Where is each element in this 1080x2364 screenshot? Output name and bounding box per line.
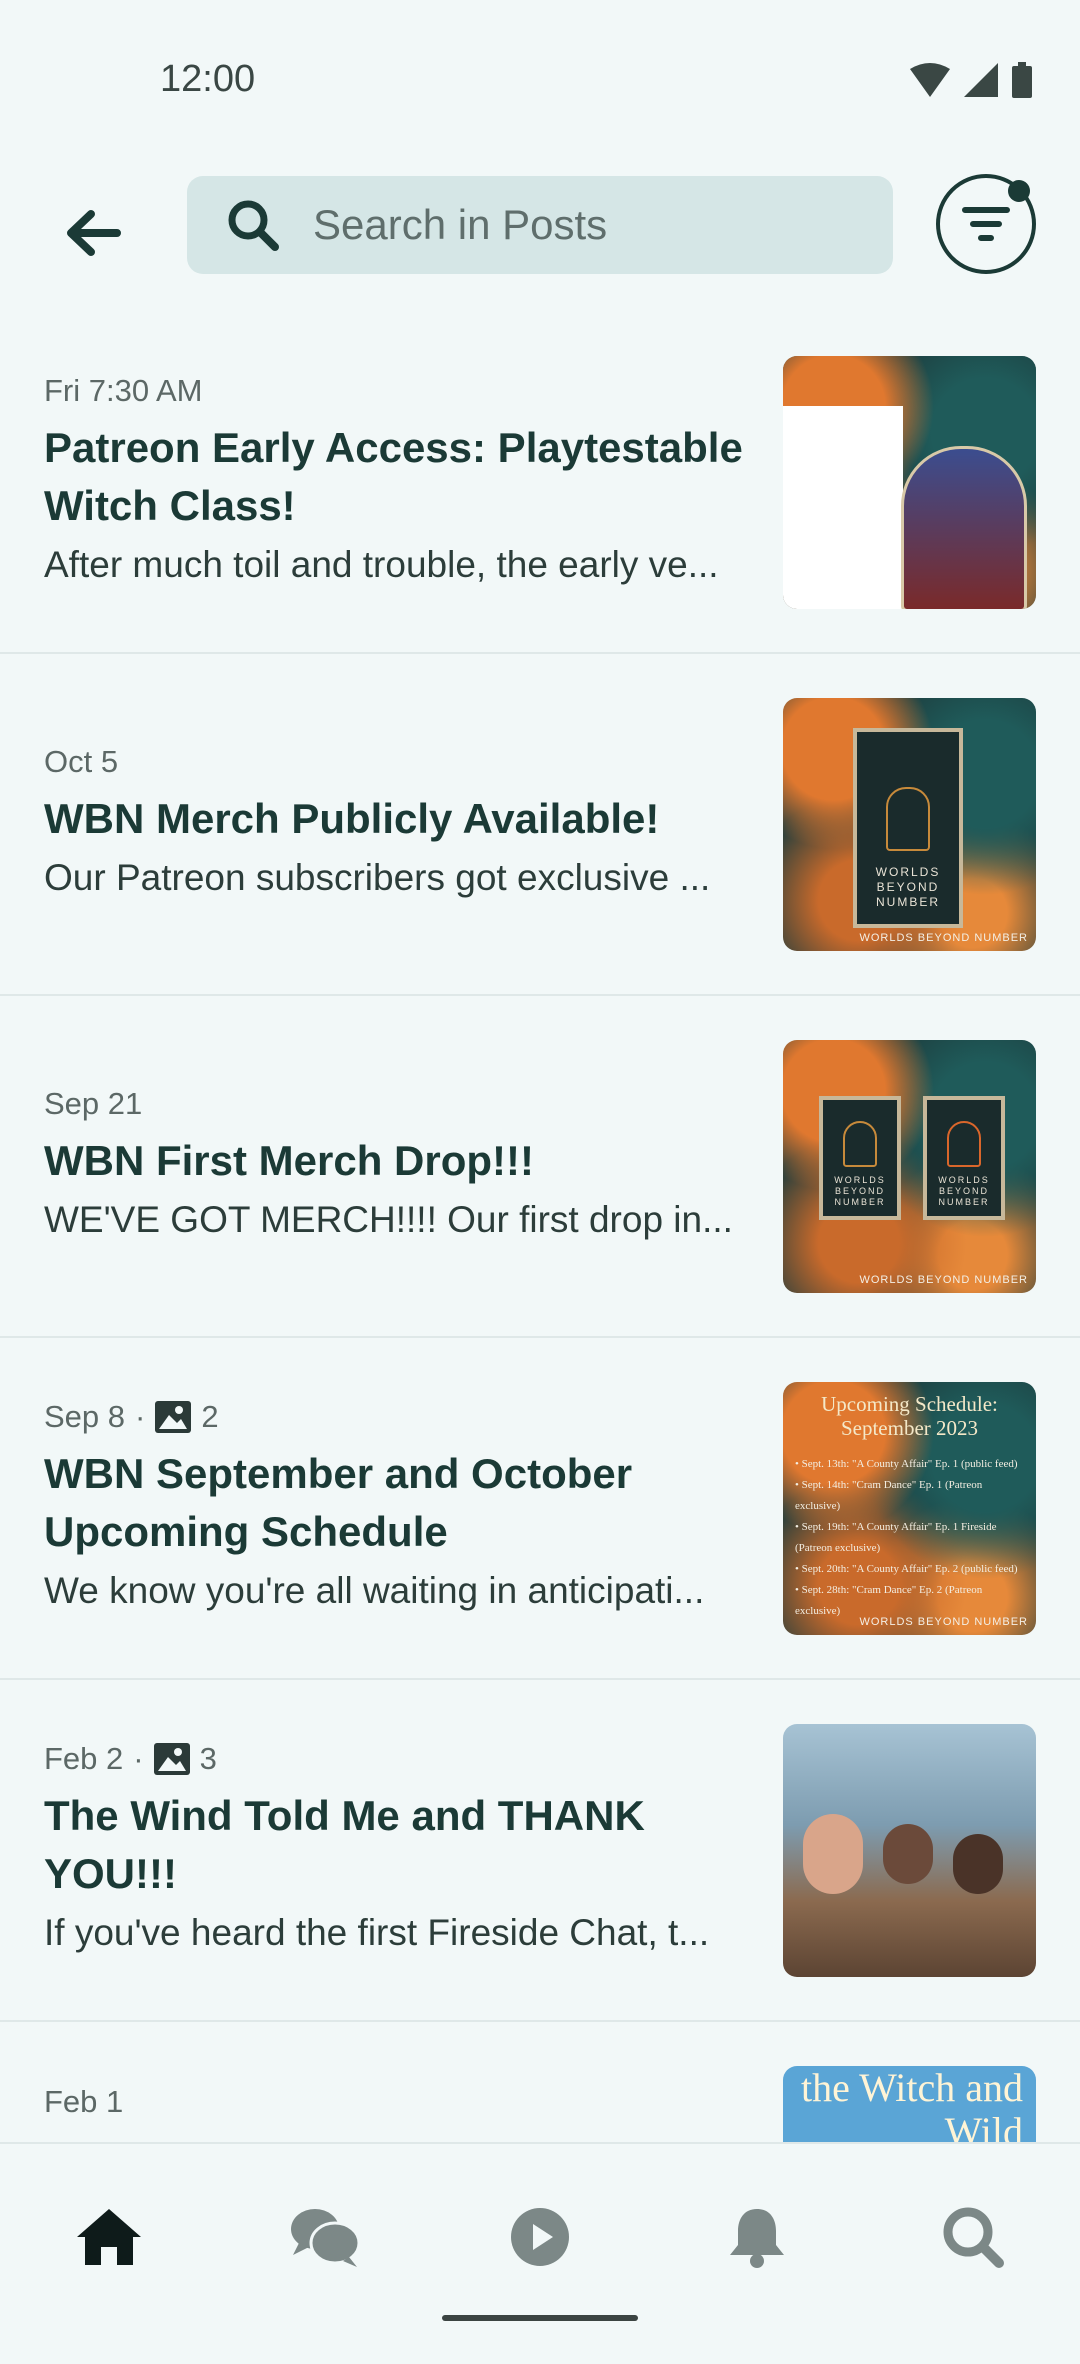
photo-people (883, 1824, 933, 1884)
top-bar (0, 170, 1080, 280)
post-thumbnail[interactable]: WORLDS BEYOND NUMBER WORLDS BEYOND NUMBE… (783, 698, 1036, 951)
post-meta: Oct 5 (44, 744, 756, 780)
image-count: 3 (199, 1741, 217, 1776)
merch-card-image: WORLDS BEYOND NUMBER (923, 1096, 1005, 1220)
nav-home[interactable] (64, 2192, 154, 2282)
schedule-image-title: Upcoming Schedule: September 2023 (821, 1392, 998, 1440)
post-title: WBN Merch Publicly Available! (44, 795, 660, 842)
post-item[interactable]: Sep 8 · 2 WBN September and October Upco… (0, 1338, 1080, 1680)
post-thumbnail[interactable] (783, 1724, 1036, 1977)
image-icon (155, 1401, 192, 1433)
post-meta: Sep 8 · 2 (44, 1399, 756, 1435)
search-bar[interactable] (187, 176, 893, 274)
post-excerpt: WE'VE GOT MERCH!!!! Our first drop in... (44, 1199, 733, 1240)
post-meta: Feb 2 · 3 (44, 1741, 756, 1777)
arrow-back-icon (67, 210, 121, 256)
post-meta: Sep 21 (44, 1086, 756, 1122)
post-date: Fri 7:30 AM (44, 373, 203, 408)
post-excerpt: We know you're all waiting in anticipati… (44, 1570, 705, 1611)
image-count: 2 (201, 1399, 219, 1434)
wifi-icon (910, 63, 950, 97)
poster-caption: WORLDS BEYOND NUMBER (938, 1175, 990, 1207)
schedule-line: • Sept. 14th: "Cram Dance" Ep. 1 (Patreo… (795, 1479, 983, 1512)
witch-illustration (901, 446, 1027, 609)
nav-search[interactable] (928, 2192, 1018, 2282)
schedule-line: • Sept. 19th: "A County Affair" Ep. 1 Fi… (795, 1521, 997, 1554)
photo-people (953, 1834, 1003, 1894)
filter-active-dot (1008, 180, 1030, 202)
post-date: Sep 8 (44, 1399, 126, 1434)
post-date: Sep 21 (44, 1086, 143, 1121)
poster-caption: WORLDS BEYOND NUMBER (834, 1175, 886, 1207)
post-excerpt: If you've heard the first Fireside Chat,… (44, 1912, 710, 1953)
status-time: 12:00 (160, 58, 256, 100)
document-page-image (783, 406, 903, 609)
schedule-line: • Sept. 20th: "A County Affair" Ep. 2 (p… (795, 1563, 1018, 1575)
thumbnail-title-text: the Witch and Wild (800, 2066, 1023, 2154)
posts-list: Fri 7:30 AM Patreon Early Access: Playte… (0, 312, 1080, 2364)
thumbnail-logo-text: WORLDS BEYOND NUMBER (859, 932, 1028, 944)
post-thumbnail[interactable]: WORLDS BEYOND NUMBER WORLDS BEYOND NUMBE… (783, 1040, 1036, 1293)
search-icon (228, 200, 279, 251)
post-thumbnail[interactable] (783, 356, 1036, 609)
filter-button[interactable] (936, 174, 1036, 274)
post-meta: Fri 7:30 AM (44, 373, 756, 409)
nav-media[interactable] (495, 2192, 585, 2282)
post-item[interactable]: Oct 5 WBN Merch Publicly Available! Our … (0, 654, 1080, 996)
post-excerpt: After much toil and trouble, the early v… (44, 544, 719, 585)
thumbnail-logo-text: WORLDS BEYOND NUMBER (859, 1616, 1028, 1628)
post-meta: Feb 1 (44, 2084, 756, 2120)
search-input[interactable] (311, 200, 875, 250)
status-icons (910, 62, 1032, 98)
merch-card-image: WORLDS BEYOND NUMBER (853, 728, 963, 928)
post-date: Feb 2 (44, 1741, 124, 1776)
post-thumbnail[interactable]: Upcoming Schedule: September 2023 • Sept… (783, 1382, 1036, 1635)
battery-icon (1012, 62, 1032, 98)
nav-chats[interactable] (280, 2192, 370, 2282)
back-button[interactable] (48, 188, 138, 278)
meta-separator: · (135, 1399, 146, 1434)
thumbnail-logo-text: WORLDS BEYOND NUMBER (859, 1274, 1028, 1286)
poster-caption: WORLDS BEYOND NUMBER (875, 865, 941, 909)
chat-icon (291, 2209, 361, 2267)
image-icon (153, 1743, 190, 1775)
post-title: WBN September and October Upcoming Sched… (44, 1450, 633, 1555)
bottom-navigation (0, 2142, 1080, 2342)
post-date: Oct 5 (44, 744, 119, 779)
filter-icon (962, 207, 1010, 241)
photo-people (803, 1814, 863, 1894)
home-icon (77, 2209, 141, 2265)
schedule-line: • Sept. 13th: "A County Affair" Ep. 1 (p… (795, 1458, 1018, 1470)
post-item[interactable]: Feb 2 · 3 The Wind Told Me and THANK YOU… (0, 1680, 1080, 2022)
post-title: The Wind Told Me and THANK YOU!!! (44, 1792, 645, 1897)
home-indicator[interactable] (442, 2315, 638, 2321)
bell-icon (730, 2209, 784, 2268)
status-bar: 12:00 (0, 0, 1080, 160)
post-date: Feb 1 (44, 2084, 124, 2119)
post-title: Patreon Early Access: Playtestable Witch… (44, 424, 743, 529)
post-item[interactable]: Fri 7:30 AM Patreon Early Access: Playte… (0, 312, 1080, 654)
schedule-image-list: • Sept. 13th: "A County Affair" Ep. 1 (p… (795, 1454, 1028, 1622)
nav-notifications[interactable] (712, 2192, 802, 2282)
post-item[interactable]: Sep 21 WBN First Merch Drop!!! WE'VE GOT… (0, 996, 1080, 1338)
post-excerpt: Our Patreon subscribers got exclusive ..… (44, 857, 711, 898)
meta-separator: · (133, 1741, 144, 1776)
search-icon (943, 2207, 1004, 2268)
merch-card-image: WORLDS BEYOND NUMBER (819, 1096, 901, 1220)
play-icon (511, 2208, 569, 2266)
signal-icon (964, 63, 998, 97)
post-title: WBN First Merch Drop!!! (44, 1137, 534, 1184)
